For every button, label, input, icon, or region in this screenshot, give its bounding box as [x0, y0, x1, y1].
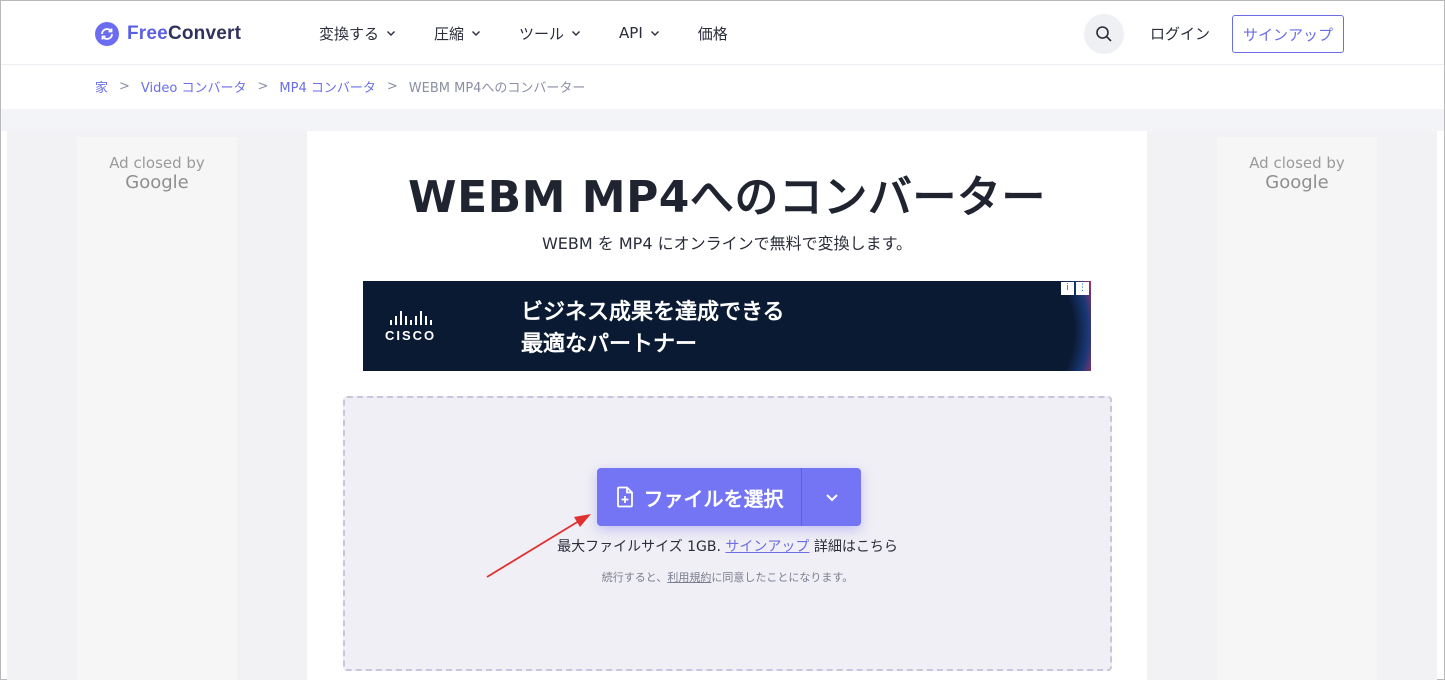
- breadcrumb-separator: >: [386, 79, 398, 94]
- max-file-size-note: 最大ファイルサイズ 1GB. サインアップ 詳細はこちら: [557, 539, 898, 555]
- page-title: WEBM MP4へのコンバーター: [408, 172, 1046, 223]
- search-button[interactable]: [1084, 14, 1124, 54]
- chevron-down-icon: [387, 31, 396, 36]
- ad-closed-notice: Ad closed by Google: [109, 154, 205, 193]
- breadcrumb-home[interactable]: 家: [95, 77, 108, 96]
- nav-compress[interactable]: 圧縮: [434, 23, 481, 44]
- file-dropzone[interactable]: ファイルを選択 最大ファイルサイズ 1GB. サインアップ 詳細はこちら 続行す…: [343, 396, 1112, 671]
- info-icon: i: [1061, 282, 1074, 295]
- file-add-icon: [616, 486, 633, 508]
- banner-ad[interactable]: CISCO ビジネス成果を達成できる 最適なパートナー i ⋮: [363, 281, 1091, 371]
- nav-api[interactable]: API: [619, 24, 660, 42]
- page-subtitle: WEBM を MP4 にオンラインで無料で変換します。: [541, 234, 912, 253]
- banner-headline: ビジネス成果を達成できる 最適なパートナー: [521, 300, 785, 357]
- choose-file-button[interactable]: ファイルを選択: [597, 468, 801, 526]
- choose-file-button-group: ファイルを選択: [597, 468, 861, 526]
- cisco-logo: CISCO: [385, 311, 436, 343]
- ad-closed-notice: Ad closed by Google: [1249, 154, 1345, 193]
- separator-band: [1, 109, 1444, 131]
- chevron-down-icon: [472, 31, 481, 36]
- search-icon: [1096, 26, 1112, 42]
- terms-link[interactable]: 利用規約: [667, 571, 711, 584]
- breadcrumb-separator: >: [257, 79, 269, 94]
- breadcrumb-video-converter[interactable]: Video コンバータ: [141, 77, 247, 96]
- breadcrumb-current: WEBM MP4へのコンバーター: [408, 81, 586, 96]
- main-nav: 変換する 圧縮 ツール API 価格: [319, 1, 766, 65]
- main-content: WEBM MP4へのコンバーター WEBM を MP4 にオンラインで無料で変換…: [307, 131, 1147, 680]
- nav-convert[interactable]: 変換する: [319, 23, 396, 44]
- chevron-down-icon: [572, 31, 581, 36]
- choose-source-dropdown[interactable]: [802, 468, 861, 526]
- login-link[interactable]: ログイン: [1150, 23, 1210, 44]
- more-icon: ⋮: [1076, 282, 1089, 295]
- site-header: FreeConvert 変換する 圧縮 ツール API 価格 ログイン サインア…: [1, 1, 1444, 65]
- breadcrumb-mp4-converter[interactable]: MP4 コンバータ: [279, 77, 375, 96]
- chevron-down-icon: [650, 31, 659, 36]
- adchoices-icon[interactable]: i ⋮: [1061, 282, 1089, 295]
- logo[interactable]: FreeConvert: [95, 22, 241, 46]
- chevron-down-icon: [825, 494, 838, 502]
- signup-link[interactable]: サインアップ: [725, 539, 809, 555]
- right-ad-slot: Ad closed by Google: [1217, 137, 1377, 680]
- nav-tools[interactable]: ツール: [519, 23, 581, 44]
- breadcrumb-separator: >: [119, 79, 130, 94]
- signup-button[interactable]: サインアップ: [1232, 15, 1344, 53]
- terms-note: 続行すると、利用規約に同意したことになります。: [601, 571, 854, 584]
- breadcrumb: 家 > Video コンバータ > MP4 コンバータ > WEBM MP4への…: [95, 77, 585, 96]
- logo-text: FreeConvert: [127, 23, 242, 44]
- left-ad-slot: Ad closed by Google: [77, 137, 237, 680]
- nav-pricing[interactable]: 価格: [698, 23, 728, 44]
- convert-icon: [95, 22, 119, 46]
